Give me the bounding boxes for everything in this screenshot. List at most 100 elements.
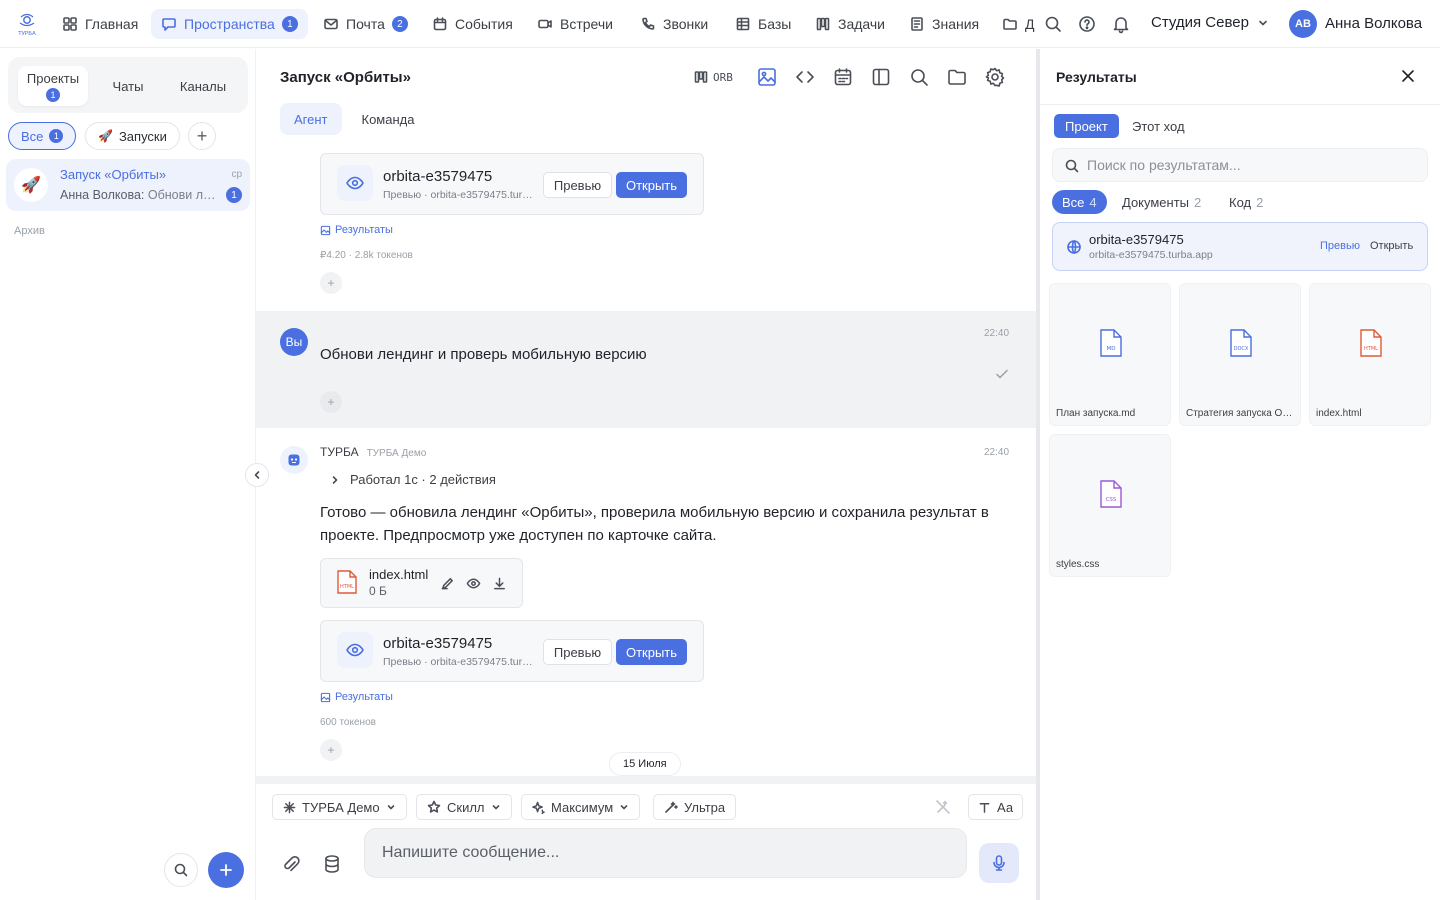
file-name: index.html [369,567,429,582]
file-tile[interactable]: CSS styles.css [1049,434,1171,577]
nav-item-spaces[interactable]: Пространства 1 [151,9,308,39]
open-button[interactable]: Открыть [616,639,687,665]
worked-toggle[interactable]: Работал 1с · 2 действия [330,472,496,487]
format-label: Аа [997,799,1014,815]
chevron-down-icon [1259,20,1267,25]
database-button[interactable] [321,853,343,875]
site-result-open[interactable]: Открыть [1370,240,1413,252]
chat-item-day: ср [231,169,242,180]
settings-button[interactable] [984,66,1006,88]
open-button[interactable]: Открыть [616,172,687,198]
chip-label: Запуски [118,128,167,144]
add-reaction-button[interactable]: + [320,391,342,413]
message-input[interactable] [364,828,967,878]
file-tile[interactable]: MD План запуска.md [1049,283,1171,426]
tab-agent[interactable]: Агент [280,103,342,135]
chat-search-button[interactable] [908,66,930,88]
file-tile[interactable]: DOCX Стратегия запуска Орбиты.docx [1179,283,1301,426]
nav-item-home[interactable]: Главная [52,9,148,39]
voice-input-button[interactable] [979,843,1019,883]
nav-item-mail[interactable]: Почта 2 [313,9,418,39]
svg-text:HTML: HTML [340,584,354,590]
chip-label: Скилл [447,799,485,815]
sidebar-search-button[interactable] [164,853,198,887]
nav-item-calls[interactable]: Звонки [630,9,718,39]
model-selector[interactable]: ТУРБА Демо [272,794,407,820]
user-name[interactable]: Анна Волкова [1325,15,1422,32]
site-preview-card[interactable]: orbita-e3579475 Превью · orbita-e3579475… [320,620,704,682]
eye-icon [337,165,373,201]
app-logo[interactable]: ТУРБА [14,11,40,37]
text-format-button[interactable]: Аа [968,794,1024,820]
svg-text:HTML: HTML [1364,346,1378,352]
tab-projects[interactable]: Проекты 1 [18,66,88,106]
site-preview-card[interactable]: orbita-e3579475 Превью · orbita-e3579475… [320,153,704,215]
attach-button[interactable] [280,853,302,875]
agent-name-row: ТУРБА ТУРБА Демо [320,445,426,459]
nav-item-tasks[interactable]: Задачи [805,9,895,39]
nav-item-knowledge[interactable]: Знания [899,9,989,39]
nav-item-label: Главная [85,16,139,32]
nav-item-meetings[interactable]: Встречи [527,9,623,39]
files-button[interactable] [946,66,968,88]
filter-chip-launches[interactable]: 🚀 Запуски [85,122,180,150]
layout-button[interactable] [870,66,892,88]
results-link[interactable]: Результаты [320,224,393,236]
skill-selector[interactable]: Скилл [416,794,512,820]
add-reaction-button[interactable]: + [320,272,342,294]
filter-all[interactable]: Все 4 [1052,190,1107,214]
site-result-preview[interactable]: Превью [1320,240,1360,252]
help-button[interactable] [1077,14,1097,34]
calendar-button[interactable] [832,66,854,88]
nav-item-drive[interactable]: Д [992,9,1038,39]
eye-icon[interactable] [466,576,481,591]
add-filter-button[interactable]: + [188,122,216,150]
edit-icon[interactable] [440,576,455,591]
logo-icon: ТУРБА [17,13,36,37]
results-search-input[interactable] [1087,149,1417,181]
preview-button[interactable]: Превью [543,172,612,198]
orb-button[interactable]: ORB [693,66,739,88]
magic-off-icon[interactable] [935,799,951,815]
tab-team[interactable]: Команда [348,103,429,135]
notifications-button[interactable] [1111,14,1131,34]
new-chat-button[interactable] [208,852,244,888]
workspace-name: Студия Север [1151,14,1249,31]
ultra-toggle[interactable]: Ультра [653,794,737,820]
add-reaction-button[interactable]: + [320,739,342,761]
images-button[interactable] [756,66,778,88]
file-attachment[interactable]: HTML index.html 0 Б [320,558,523,608]
user-avatar[interactable]: АВ [1289,10,1317,38]
docx-file-icon: DOCX [1230,329,1252,357]
preview-button[interactable]: Превью [543,639,612,665]
results-search [1052,148,1428,182]
tab-chats[interactable]: Чаты [93,66,163,106]
download-icon[interactable] [492,576,507,591]
code-button[interactable] [794,66,816,88]
code-icon [796,71,814,83]
agent-message-text: Готово — обновила лендинг «Орбиты», пров… [320,504,989,544]
workspace-switcher[interactable]: Студия Север [1151,14,1269,31]
tab-project[interactable]: Проект [1054,114,1119,138]
nav-item-label: Звонки [663,16,709,32]
mode-selector[interactable]: Максимум [521,794,641,820]
composer-divider [256,776,1036,784]
nav-item-events[interactable]: События [422,9,523,39]
filter-count: 2 [1256,194,1264,210]
filter-code[interactable]: Код 2 [1219,190,1273,214]
chat-item-preview: Обнови лендинг и проверь мобильную верси… [147,188,216,202]
chat-list-item[interactable]: 🚀 Запуск «Орбиты» ср Анна Волкова: Обнов… [6,159,250,211]
filter-documents[interactable]: Документы 2 [1112,190,1211,214]
nav-item-bases[interactable]: Базы [725,9,801,39]
archive-label[interactable]: Архив [14,225,45,237]
filter-chip-all[interactable]: Все 1 [8,122,77,150]
site-subtitle: Превью · orbita-e3579475.turba.app [383,656,533,668]
search-button[interactable] [1043,14,1063,34]
mail-icon [324,18,338,30]
results-link[interactable]: Результаты [320,691,393,703]
tab-channels[interactable]: Каналы [168,66,238,106]
close-panel-button[interactable] [1399,67,1417,85]
site-result-item[interactable]: orbita-e3579475 orbita-e3579475.turba.ap… [1052,222,1428,271]
file-tile[interactable]: HTML index.html [1309,283,1431,426]
tab-this-turn[interactable]: Этот ход [1121,114,1196,138]
